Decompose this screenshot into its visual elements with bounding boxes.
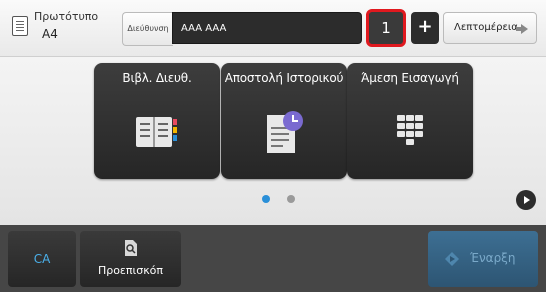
details-button[interactable]: Λεπτομέρεια — [443, 12, 537, 44]
fax-screen: Πρωτότυπο A4 Διεύθυνση AAA AAA 1 + Λεπτο… — [0, 0, 546, 292]
details-label: Λεπτομέρεια — [454, 22, 518, 33]
start-button[interactable]: Έναρξη — [428, 231, 538, 287]
start-label: Έναρξη — [470, 251, 516, 265]
original-size-button[interactable]: Πρωτότυπο A4 — [12, 8, 107, 48]
original-size-value: A4 — [42, 27, 58, 41]
original-document-icon — [12, 16, 28, 36]
direct-entry-tile[interactable]: Άμεση Εισαγωγή — [347, 63, 473, 179]
arrow-right-icon — [516, 24, 528, 34]
tile-label: Βιβλ. Διευθ. — [122, 71, 192, 85]
destination-field[interactable]: AAA AAA — [172, 12, 362, 44]
preview-button[interactable]: Προεπισκόπ — [80, 231, 181, 287]
address-book-tile[interactable]: Βιβλ. Διευθ. — [94, 63, 220, 179]
sending-history-icon — [267, 111, 303, 153]
tile-label: Αποστολή Ιστορικού — [224, 71, 344, 85]
main-area: Βιβλ. Διευθ. Αποστολή Ιστορικού Άμεση Ει… — [0, 57, 546, 225]
next-page-button[interactable] — [516, 190, 536, 210]
preview-icon — [125, 240, 137, 256]
destination-label: Διεύθυνση — [122, 12, 173, 46]
page-indicator-active — [262, 195, 270, 203]
original-label: Πρωτότυπο — [34, 10, 99, 23]
page-indicator — [287, 195, 295, 203]
add-destination-button[interactable]: + — [411, 12, 439, 44]
address-book-icon — [136, 117, 177, 147]
bottom-bar: CA Προεπισκόπ Έναρξη — [0, 225, 546, 292]
copies-count[interactable]: 1 — [366, 9, 406, 47]
preview-label: Προεπισκόπ — [97, 264, 164, 277]
keypad-icon — [397, 115, 423, 145]
top-bar: Πρωτότυπο A4 Διεύθυνση AAA AAA 1 + Λεπτο… — [0, 0, 546, 57]
clear-all-button[interactable]: CA — [8, 231, 76, 287]
start-icon — [445, 252, 459, 266]
tile-label: Άμεση Εισαγωγή — [361, 71, 459, 85]
sending-history-tile[interactable]: Αποστολή Ιστορικού — [221, 63, 347, 179]
